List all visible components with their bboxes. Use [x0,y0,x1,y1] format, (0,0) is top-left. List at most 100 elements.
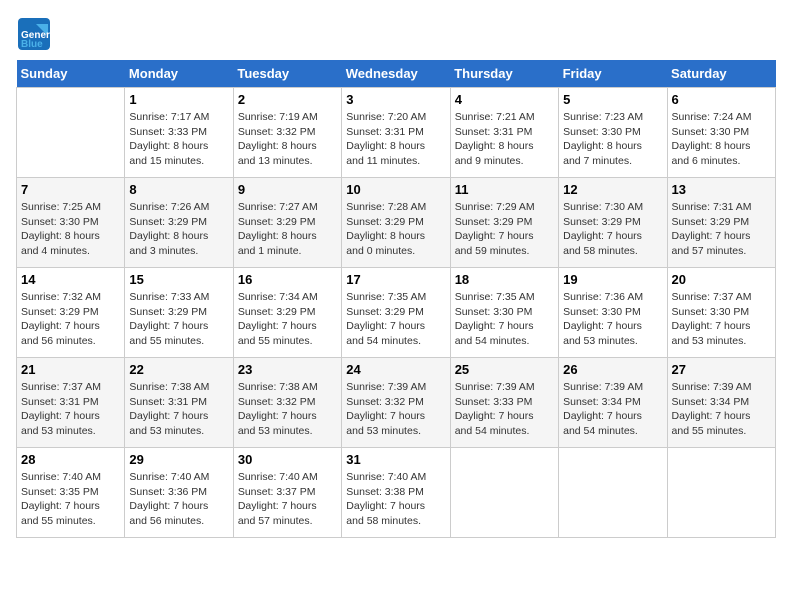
day-info: Sunrise: 7:39 AM Sunset: 3:33 PM Dayligh… [455,380,554,439]
day-info: Sunrise: 7:17 AM Sunset: 3:33 PM Dayligh… [129,110,228,169]
calendar-cell [17,88,125,178]
calendar-cell: 8 Sunrise: 7:26 AM Sunset: 3:29 PM Daylig… [125,178,233,268]
day-number: 8 [129,182,228,197]
day-number: 11 [455,182,554,197]
calendar-cell: 16Sunrise: 7:34 AM Sunset: 3:29 PM Dayli… [233,268,341,358]
day-info: Sunrise: 7:20 AM Sunset: 3:31 PM Dayligh… [346,110,445,169]
calendar-week-1: 1 Sunrise: 7:17 AM Sunset: 3:33 PM Daylig… [17,88,776,178]
day-info: Sunrise: 7:37 AM Sunset: 3:30 PM Dayligh… [672,290,771,349]
day-number: 24 [346,362,445,377]
day-info: Sunrise: 7:32 AM Sunset: 3:29 PM Dayligh… [21,290,120,349]
day-number: 18 [455,272,554,287]
calendar-cell: 2 Sunrise: 7:19 AM Sunset: 3:32 PM Daylig… [233,88,341,178]
page-container: General Blue SundayMondayTuesdayWednesda… [16,16,776,538]
calendar-cell: 4 Sunrise: 7:21 AM Sunset: 3:31 PM Daylig… [450,88,558,178]
day-number: 27 [672,362,771,377]
day-info: Sunrise: 7:40 AM Sunset: 3:35 PM Dayligh… [21,470,120,529]
calendar-week-2: 7 Sunrise: 7:25 AM Sunset: 3:30 PM Daylig… [17,178,776,268]
logo-icon: General Blue [16,16,52,52]
calendar-cell: 14 Sunrise: 7:32 AM Sunset: 3:29 PM Dayli… [17,268,125,358]
weekday-header-friday: Friday [559,60,667,88]
day-number: 26 [563,362,662,377]
svg-text:Blue: Blue [21,39,43,50]
calendar-week-4: 21 Sunrise: 7:37 AM Sunset: 3:31 PM Dayli… [17,358,776,448]
day-number: 3 [346,92,445,107]
day-info: Sunrise: 7:36 AM Sunset: 3:30 PM Dayligh… [563,290,662,349]
calendar-cell: 26 Sunrise: 7:39 AM Sunset: 3:34 PM Dayli… [559,358,667,448]
day-info: Sunrise: 7:25 AM Sunset: 3:30 PM Dayligh… [21,200,120,259]
weekday-header-sunday: Sunday [17,60,125,88]
day-number: 10 [346,182,445,197]
day-number: 2 [238,92,337,107]
day-number: 31 [346,452,445,467]
calendar-cell [450,448,558,538]
day-info: Sunrise: 7:39 AM Sunset: 3:32 PM Dayligh… [346,380,445,439]
day-info: Sunrise: 7:39 AM Sunset: 3:34 PM Dayligh… [563,380,662,439]
day-number: 4 [455,92,554,107]
day-number: 7 [21,182,120,197]
day-number: 25 [455,362,554,377]
day-info: Sunrise: 7:35 AM Sunset: 3:30 PM Dayligh… [455,290,554,349]
calendar-cell: 11 Sunrise: 7:29 AM Sunset: 3:29 PM Dayli… [450,178,558,268]
day-number: 21 [21,362,120,377]
weekday-header-row: SundayMondayTuesdayWednesdayThursdayFrid… [17,60,776,88]
day-number: 23 [238,362,337,377]
weekday-header-tuesday: Tuesday [233,60,341,88]
day-info: Sunrise: 7:29 AM Sunset: 3:29 PM Dayligh… [455,200,554,259]
day-info: Sunrise: 7:40 AM Sunset: 3:36 PM Dayligh… [129,470,228,529]
calendar-cell: 6 Sunrise: 7:24 AM Sunset: 3:30 PM Daylig… [667,88,775,178]
calendar-cell: 29 Sunrise: 7:40 AM Sunset: 3:36 PM Dayli… [125,448,233,538]
day-number: 22 [129,362,228,377]
calendar-cell: 21 Sunrise: 7:37 AM Sunset: 3:31 PM Dayli… [17,358,125,448]
day-number: 13 [672,182,771,197]
day-number: 17 [346,272,445,287]
calendar-cell: 7 Sunrise: 7:25 AM Sunset: 3:30 PM Daylig… [17,178,125,268]
day-number: 6 [672,92,771,107]
day-number: 14 [21,272,120,287]
day-info: Sunrise: 7:33 AM Sunset: 3:29 PM Dayligh… [129,290,228,349]
day-number: 9 [238,182,337,197]
calendar-cell: 9 Sunrise: 7:27 AM Sunset: 3:29 PM Daylig… [233,178,341,268]
calendar-cell: 18 Sunrise: 7:35 AM Sunset: 3:30 PM Dayli… [450,268,558,358]
day-info: Sunrise: 7:40 AM Sunset: 3:38 PM Dayligh… [346,470,445,529]
day-info: Sunrise: 7:37 AM Sunset: 3:31 PM Dayligh… [21,380,120,439]
day-number: 30 [238,452,337,467]
day-info: Sunrise: 7:39 AM Sunset: 3:34 PM Dayligh… [672,380,771,439]
calendar-cell: 27 Sunrise: 7:39 AM Sunset: 3:34 PM Dayli… [667,358,775,448]
calendar-cell: 28 Sunrise: 7:40 AM Sunset: 3:35 PM Dayli… [17,448,125,538]
day-info: Sunrise: 7:35 AM Sunset: 3:29 PM Dayligh… [346,290,445,349]
day-number: 1 [129,92,228,107]
day-info: Sunrise: 7:27 AM Sunset: 3:29 PM Dayligh… [238,200,337,259]
calendar-cell: 13 Sunrise: 7:31 AM Sunset: 3:29 PM Dayli… [667,178,775,268]
weekday-header-saturday: Saturday [667,60,775,88]
calendar-cell [559,448,667,538]
day-info: Sunrise: 7:40 AM Sunset: 3:37 PM Dayligh… [238,470,337,529]
calendar-week-3: 14 Sunrise: 7:32 AM Sunset: 3:29 PM Dayli… [17,268,776,358]
calendar-cell: 10Sunrise: 7:28 AM Sunset: 3:29 PM Dayli… [342,178,450,268]
day-number: 19 [563,272,662,287]
day-number: 15 [129,272,228,287]
weekday-header-monday: Monday [125,60,233,88]
calendar-cell: 5Sunrise: 7:23 AM Sunset: 3:30 PM Daylig… [559,88,667,178]
day-info: Sunrise: 7:26 AM Sunset: 3:29 PM Dayligh… [129,200,228,259]
day-number: 29 [129,452,228,467]
calendar-table: SundayMondayTuesdayWednesdayThursdayFrid… [16,60,776,538]
calendar-cell: 3 Sunrise: 7:20 AM Sunset: 3:31 PM Daylig… [342,88,450,178]
day-info: Sunrise: 7:19 AM Sunset: 3:32 PM Dayligh… [238,110,337,169]
calendar-cell: 15 Sunrise: 7:33 AM Sunset: 3:29 PM Dayli… [125,268,233,358]
calendar-cell: 1 Sunrise: 7:17 AM Sunset: 3:33 PM Daylig… [125,88,233,178]
day-number: 12 [563,182,662,197]
calendar-cell: 20 Sunrise: 7:37 AM Sunset: 3:30 PM Dayli… [667,268,775,358]
calendar-week-5: 28 Sunrise: 7:40 AM Sunset: 3:35 PM Dayli… [17,448,776,538]
day-number: 20 [672,272,771,287]
calendar-cell: 30 Sunrise: 7:40 AM Sunset: 3:37 PM Dayli… [233,448,341,538]
weekday-header-thursday: Thursday [450,60,558,88]
day-info: Sunrise: 7:31 AM Sunset: 3:29 PM Dayligh… [672,200,771,259]
day-info: Sunrise: 7:21 AM Sunset: 3:31 PM Dayligh… [455,110,554,169]
weekday-header-wednesday: Wednesday [342,60,450,88]
day-number: 28 [21,452,120,467]
calendar-cell: 23 Sunrise: 7:38 AM Sunset: 3:32 PM Dayli… [233,358,341,448]
day-info: Sunrise: 7:38 AM Sunset: 3:32 PM Dayligh… [238,380,337,439]
day-info: Sunrise: 7:24 AM Sunset: 3:30 PM Dayligh… [672,110,771,169]
day-number: 16 [238,272,337,287]
